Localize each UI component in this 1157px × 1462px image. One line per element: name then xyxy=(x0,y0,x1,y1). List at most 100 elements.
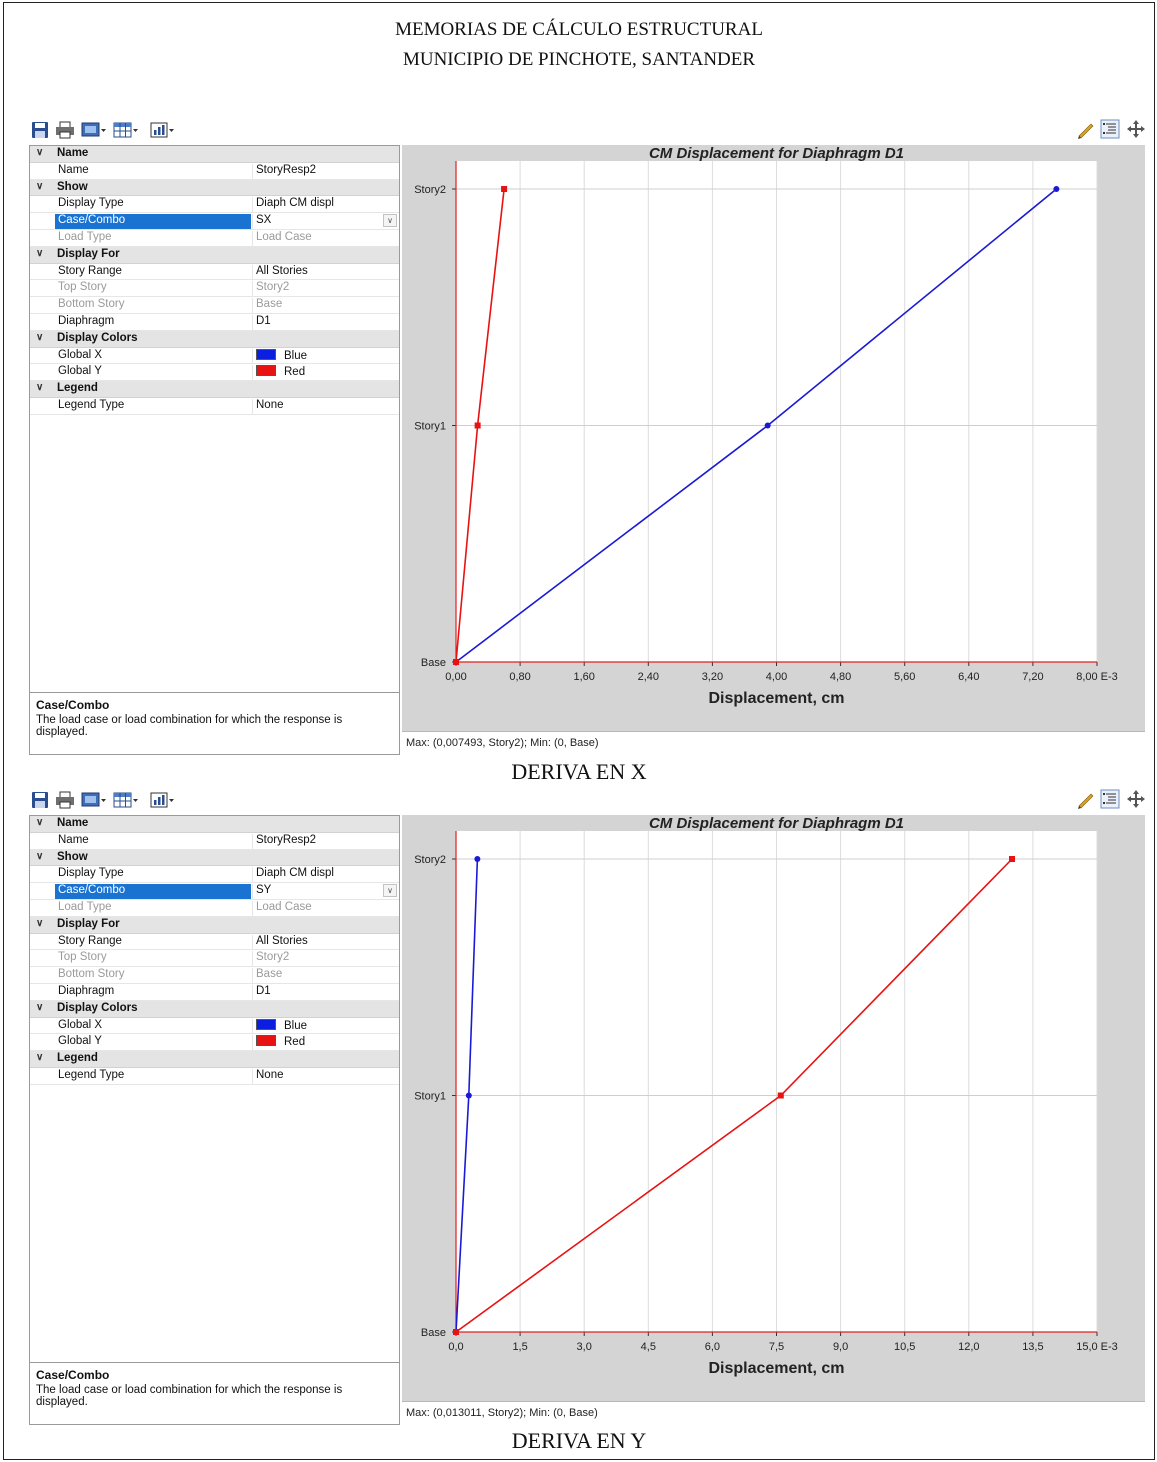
chevron-down-icon[interactable]: ∨ xyxy=(36,248,43,259)
property-row[interactable]: Name StoryResp2 xyxy=(30,163,399,180)
property-value[interactable]: All Stories xyxy=(252,934,399,950)
chevron-down-icon[interactable]: ∨ xyxy=(36,1052,43,1063)
dropdown-arrow-icon[interactable]: ∨ xyxy=(383,884,397,898)
property-row[interactable]: Global Y Red xyxy=(30,1034,399,1052)
property-value-text: Diaph CM displ xyxy=(256,197,334,210)
color-swatch[interactable] xyxy=(256,365,276,377)
chevron-down-icon[interactable]: ∨ xyxy=(36,382,43,393)
chevron-down-icon[interactable]: ∨ xyxy=(36,1002,43,1013)
property-value[interactable]: None xyxy=(252,398,399,414)
property-category[interactable]: ∨ Legend xyxy=(30,1051,399,1068)
property-value[interactable]: Blue xyxy=(252,1018,399,1034)
property-row[interactable]: Case/Combo SX ∨ xyxy=(30,213,399,230)
property-value[interactable]: StoryResp2 xyxy=(252,833,399,849)
property-row[interactable]: Load Type Load Case xyxy=(30,230,399,247)
property-list-icon[interactable] xyxy=(1100,789,1120,809)
property-value[interactable]: D1 xyxy=(252,314,399,330)
chevron-down-icon[interactable]: ∨ xyxy=(36,851,43,862)
property-value-text: SX xyxy=(256,214,272,227)
chart-icon[interactable] xyxy=(150,121,176,139)
property-row[interactable]: Legend Type None xyxy=(30,398,399,415)
property-row[interactable]: Case/Combo SY ∨ xyxy=(30,883,399,900)
property-key: Display Type xyxy=(58,197,124,210)
description-title: Case/Combo xyxy=(36,698,110,712)
property-row[interactable]: Diaphragm D1 xyxy=(30,314,399,331)
property-category[interactable]: ∨ Name xyxy=(30,816,399,833)
property-row[interactable]: Display Type Diaph CM displ xyxy=(30,196,399,214)
property-row[interactable]: Story Range All Stories xyxy=(30,934,399,951)
chart-icon[interactable] xyxy=(150,791,176,809)
property-value[interactable]: All Stories xyxy=(252,264,399,280)
color-swatch[interactable] xyxy=(256,1018,276,1030)
property-value[interactable]: None xyxy=(252,1068,399,1084)
property-value-text: Load Case xyxy=(256,230,312,243)
property-row[interactable]: Story Range All Stories xyxy=(30,264,399,281)
property-row[interactable]: Top Story Story2 xyxy=(30,950,399,968)
property-category[interactable]: ∨ Show xyxy=(30,849,399,867)
property-value[interactable]: Diaph CM displ xyxy=(252,197,399,213)
save-icon[interactable] xyxy=(30,791,50,809)
property-value-text: D1 xyxy=(256,314,271,327)
description-text: The load case or load combination for wh… xyxy=(36,1384,343,1408)
property-value[interactable]: SY xyxy=(252,884,399,900)
print-icon[interactable] xyxy=(55,121,75,139)
save-icon[interactable] xyxy=(30,121,50,139)
dropdown-arrow-icon[interactable]: ∨ xyxy=(383,214,397,228)
chevron-down-icon[interactable]: ∨ xyxy=(36,817,43,828)
property-list-icon[interactable] xyxy=(1100,119,1120,139)
property-value: Base xyxy=(252,298,399,314)
chevron-down-icon[interactable]: ∨ xyxy=(36,918,43,929)
property-value[interactable]: D1 xyxy=(252,984,399,1000)
property-category[interactable]: ∨ Display Colors xyxy=(30,330,399,348)
property-row[interactable]: Name StoryResp2 xyxy=(30,833,399,850)
property-row[interactable]: Diaphragm D1 xyxy=(30,984,399,1001)
property-row[interactable]: Bottom Story Base xyxy=(30,297,399,314)
display-options-icon[interactable] xyxy=(81,791,107,809)
property-value[interactable]: SX xyxy=(252,214,399,230)
property-value-text: Diaph CM displ xyxy=(256,867,334,880)
x-tick-label: 4,5 xyxy=(641,1341,656,1353)
table-icon[interactable] xyxy=(113,791,139,809)
x-tick-label: 4,80 xyxy=(830,671,851,683)
property-row[interactable]: Legend Type None xyxy=(30,1068,399,1085)
pencil-icon[interactable] xyxy=(1076,789,1096,809)
display-options-icon[interactable] xyxy=(81,121,107,139)
print-icon[interactable] xyxy=(55,791,75,809)
property-category[interactable]: ∨ Display For xyxy=(30,916,399,934)
property-value[interactable]: StoryResp2 xyxy=(252,163,399,179)
property-value[interactable]: Red xyxy=(252,365,399,381)
chevron-down-icon[interactable]: ∨ xyxy=(36,181,43,192)
property-row[interactable]: Display Type Diaph CM displ xyxy=(30,866,399,884)
property-row[interactable]: Top Story Story2 xyxy=(30,280,399,298)
property-value[interactable]: Blue xyxy=(252,348,399,364)
property-value-text: SY xyxy=(256,884,272,897)
property-value[interactable]: Diaph CM displ xyxy=(252,867,399,883)
property-value-text: Red xyxy=(284,1036,306,1049)
x-tick-label: 1,60 xyxy=(573,671,594,683)
chevron-down-icon[interactable]: ∨ xyxy=(36,147,43,158)
property-key: Global X xyxy=(58,1018,103,1031)
category-label: Display Colors xyxy=(57,331,138,344)
property-row[interactable]: Load Type Load Case xyxy=(30,900,399,917)
color-swatch[interactable] xyxy=(256,1035,276,1047)
property-value[interactable]: Red xyxy=(252,1035,399,1051)
move-icon[interactable] xyxy=(1126,789,1146,809)
property-category[interactable]: ∨ Name xyxy=(30,146,399,163)
pencil-icon[interactable] xyxy=(1076,119,1096,139)
property-value: Story2 xyxy=(252,951,399,967)
property-row[interactable]: Global X Blue xyxy=(30,348,399,365)
property-key: Legend Type xyxy=(58,1068,125,1081)
table-icon[interactable] xyxy=(113,121,139,139)
color-swatch[interactable] xyxy=(256,348,276,360)
property-category[interactable]: ∨ Show xyxy=(30,179,399,197)
property-category[interactable]: ∨ Display For xyxy=(30,246,399,264)
property-row[interactable]: Global Y Red xyxy=(30,364,399,382)
property-category[interactable]: ∨ Display Colors xyxy=(30,1000,399,1018)
property-value-text: Red xyxy=(284,366,306,379)
chevron-down-icon[interactable]: ∨ xyxy=(36,332,43,343)
x-axis-label: Displacement, cm xyxy=(708,690,844,707)
property-row[interactable]: Bottom Story Base xyxy=(30,967,399,984)
property-row[interactable]: Global X Blue xyxy=(30,1018,399,1035)
property-category[interactable]: ∨ Legend xyxy=(30,381,399,398)
move-icon[interactable] xyxy=(1126,119,1146,139)
